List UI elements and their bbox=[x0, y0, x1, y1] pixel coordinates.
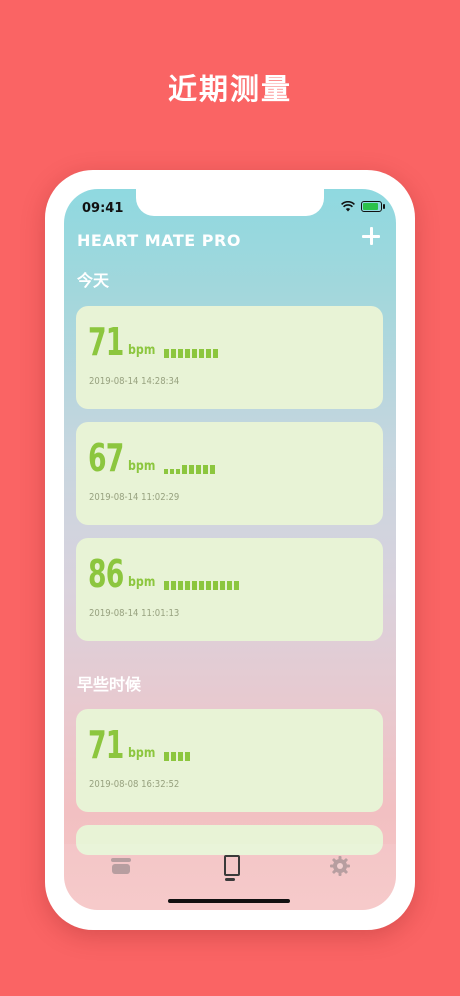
level-bar bbox=[170, 469, 174, 474]
bpm-value: 86 bbox=[88, 552, 124, 596]
bpm-value: 71 bbox=[88, 723, 124, 767]
section-earlier: 早些时候 bbox=[77, 675, 142, 694]
add-button[interactable] bbox=[360, 225, 382, 247]
measurement-card[interactable]: 71 bpm 2019-08-14 14:28:34 bbox=[76, 306, 383, 409]
level-bar bbox=[176, 469, 180, 474]
level-bar bbox=[192, 581, 197, 590]
wifi-icon bbox=[341, 201, 355, 212]
level-bars bbox=[164, 349, 218, 358]
level-bars bbox=[164, 465, 215, 474]
bpm-value: 71 bbox=[88, 320, 124, 364]
level-bar bbox=[171, 349, 176, 358]
bpm-unit: bpm bbox=[128, 746, 156, 761]
measurement-card[interactable]: 86 bpm 2019-08-14 11:01:13 bbox=[76, 538, 383, 641]
bpm-value: 67 bbox=[88, 436, 124, 480]
level-bars bbox=[164, 752, 190, 761]
level-bar bbox=[164, 752, 169, 761]
app-title: HEART MATE PRO bbox=[77, 231, 241, 250]
history-icon[interactable] bbox=[109, 854, 133, 878]
measurement-card[interactable]: 67 bpm 2019-08-14 11:02:29 bbox=[76, 422, 383, 525]
level-bar bbox=[203, 465, 208, 474]
bpm-unit: bpm bbox=[128, 343, 156, 358]
level-bar bbox=[234, 581, 239, 590]
level-bar bbox=[213, 581, 218, 590]
level-bars bbox=[164, 581, 239, 590]
level-bar bbox=[206, 581, 211, 590]
level-bar bbox=[213, 349, 218, 358]
measure-icon[interactable] bbox=[218, 854, 242, 881]
app-screen: 09:41 HEART MATE PRO 今天 71 bpm 2019-08-1… bbox=[64, 189, 396, 910]
level-bar bbox=[171, 581, 176, 590]
level-bar bbox=[171, 752, 176, 761]
level-bar bbox=[196, 465, 201, 474]
level-bar bbox=[185, 752, 190, 761]
gear-icon[interactable] bbox=[328, 854, 352, 878]
measurement-timestamp: 2019-08-14 11:01:13 bbox=[89, 608, 180, 619]
level-bar bbox=[178, 752, 183, 761]
level-bar bbox=[178, 581, 183, 590]
level-bar bbox=[199, 349, 204, 358]
section-today: 今天 bbox=[77, 271, 110, 290]
level-bar bbox=[185, 581, 190, 590]
level-bar bbox=[182, 465, 187, 474]
level-bar bbox=[185, 349, 190, 358]
level-bar bbox=[189, 465, 194, 474]
battery-icon bbox=[361, 201, 385, 212]
level-bar bbox=[164, 581, 169, 590]
status-time: 09:41 bbox=[82, 201, 124, 216]
level-bar bbox=[220, 581, 225, 590]
measurement-timestamp: 2019-08-14 11:02:29 bbox=[89, 492, 180, 503]
measurement-timestamp: 2019-08-14 14:28:34 bbox=[89, 376, 180, 387]
level-bar bbox=[210, 465, 215, 474]
level-bar bbox=[164, 469, 168, 474]
level-bar bbox=[164, 349, 169, 358]
level-bar bbox=[227, 581, 232, 590]
level-bar bbox=[199, 581, 204, 590]
home-indicator bbox=[168, 899, 290, 903]
level-bar bbox=[192, 349, 197, 358]
notch bbox=[136, 189, 324, 216]
measurement-timestamp: 2019-08-08 16:32:52 bbox=[89, 779, 180, 790]
bpm-unit: bpm bbox=[128, 575, 156, 590]
page-headline: 近期测量 bbox=[167, 72, 292, 106]
bpm-unit: bpm bbox=[128, 459, 156, 474]
status-icons bbox=[341, 201, 385, 212]
level-bar bbox=[178, 349, 183, 358]
level-bar bbox=[206, 349, 211, 358]
measurement-card[interactable]: 71 bpm 2019-08-08 16:32:52 bbox=[76, 709, 383, 812]
